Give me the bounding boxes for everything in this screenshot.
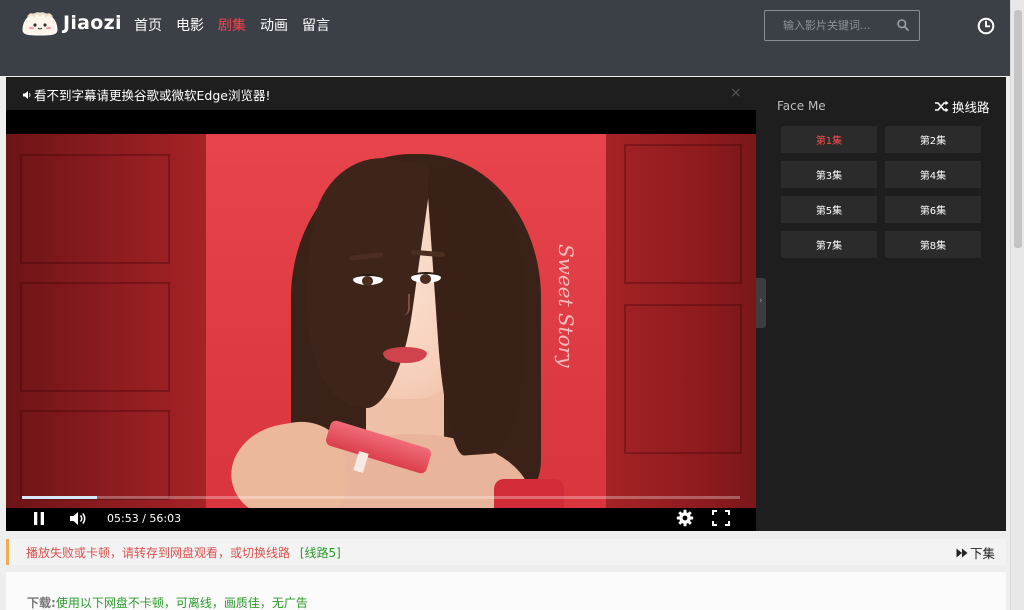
- player-notice: 看不到字幕请更换谷歌或微软Edge浏览器!: [22, 85, 270, 104]
- logo-text: Jiaozi: [63, 12, 122, 34]
- player-notice-bar: 看不到字幕请更换谷歌或微软Edge浏览器! ×: [6, 77, 756, 110]
- fast-forward-icon: [956, 548, 968, 557]
- episode-button[interactable]: 第5集: [781, 196, 877, 223]
- scrollbar-thumb[interactable]: [1014, 10, 1022, 248]
- page-scrollbar[interactable]: [1010, 0, 1024, 610]
- episode-button[interactable]: 第3集: [781, 161, 877, 188]
- switch-line-button[interactable]: 换线路: [934, 97, 990, 116]
- episode-button[interactable]: 第4集: [885, 161, 981, 188]
- search-box: [764, 10, 920, 41]
- video-scene-wall: [606, 134, 756, 508]
- chevron-right-icon: ›: [759, 296, 763, 306]
- switch-line-label: 换线路: [952, 100, 990, 115]
- clock-icon[interactable]: [977, 17, 995, 35]
- nav-guestbook[interactable]: 留言: [302, 16, 330, 36]
- episode-button[interactable]: 第2集: [885, 126, 981, 153]
- notice-text: 看不到字幕请更换谷歌或微软Edge浏览器!: [34, 88, 271, 103]
- wall-panel: [624, 144, 742, 284]
- next-episode-label: 下集: [970, 546, 996, 561]
- pause-icon[interactable]: [32, 511, 46, 526]
- playback-tip: 播放失败或卡顿，请转存到网盘观看，或切换线路 [线路5]: [26, 544, 341, 561]
- playback-tip-bar: 播放失败或卡顿，请转存到网盘观看，或切换线路 [线路5] 下集: [6, 539, 1006, 565]
- download-label: 下载:: [27, 596, 56, 610]
- video-player[interactable]: Sweet Story 05:53 / 56:03: [6, 110, 756, 531]
- shuffle-icon: [935, 100, 949, 113]
- episode-button[interactable]: 第8集: [885, 231, 981, 258]
- player-section: 看不到字幕请更换谷歌或微软Edge浏览器! × Sweet Story 05:5…: [6, 77, 1006, 531]
- speaker-icon: [23, 90, 31, 99]
- wall-panel: [20, 154, 170, 264]
- episode-button[interactable]: 第6集: [885, 196, 981, 223]
- time-display: 05:53 / 56:03: [107, 512, 181, 525]
- gear-icon[interactable]: [676, 509, 694, 527]
- next-episode-button[interactable]: 下集: [956, 543, 995, 562]
- site-logo[interactable]: Jiaozi: [20, 8, 122, 38]
- download-section: 下载:使用以下网盘不卡顿，可离线，画质佳，无广告: [6, 572, 1006, 610]
- nav-movies[interactable]: 电影: [176, 16, 204, 36]
- main-nav: 首页 电影 剧集 动画 留言: [134, 16, 344, 36]
- fullscreen-icon[interactable]: [712, 510, 730, 526]
- site-header: Jiaozi 首页 电影 剧集 动画 留言: [0, 0, 1010, 76]
- volume-icon[interactable]: [69, 510, 88, 527]
- episode-list: 第1集 第2集 第3集 第4集 第5集 第6集 第7集 第8集: [781, 126, 981, 258]
- download-info: 下载:使用以下网盘不卡顿，可离线，画质佳，无广告: [27, 594, 308, 610]
- wall-panel: [624, 304, 742, 454]
- scene-eye: [353, 274, 383, 286]
- panel-collapse-handle[interactable]: ›: [756, 278, 766, 328]
- episode-button[interactable]: 第1集: [781, 126, 877, 153]
- search-icon[interactable]: [896, 18, 910, 32]
- search-input[interactable]: [765, 11, 893, 40]
- alternate-line-link[interactable]: [线路5]: [300, 546, 341, 560]
- nav-anime[interactable]: 动画: [260, 16, 288, 36]
- scene-script-text: Sweet Story: [554, 244, 578, 368]
- nav-series[interactable]: 剧集: [218, 16, 246, 36]
- player-controls: 05:53 / 56:03: [6, 508, 756, 531]
- download-text: 使用以下网盘不卡顿，可离线，画质佳，无广告: [55, 596, 308, 610]
- current-time: 05:53: [107, 512, 139, 525]
- scene-eye: [411, 272, 441, 284]
- video-scene-wall: [6, 134, 206, 508]
- dumpling-logo-icon: [22, 12, 58, 36]
- wall-panel: [20, 282, 170, 392]
- progress-bar[interactable]: [22, 496, 740, 499]
- nav-home[interactable]: 首页: [134, 16, 162, 36]
- time-separator: /: [138, 512, 150, 525]
- total-duration: 56:03: [149, 512, 182, 525]
- wall-panel: [20, 410, 170, 500]
- playback-tip-text: 播放失败或卡顿，请转存到网盘观看，或切换线路: [26, 546, 291, 560]
- episode-button[interactable]: 第7集: [781, 231, 877, 258]
- scene-product: [494, 479, 564, 508]
- progress-fill: [22, 496, 98, 499]
- close-icon[interactable]: ×: [730, 85, 742, 101]
- video-frame[interactable]: Sweet Story: [6, 134, 756, 508]
- show-title: Face Me: [777, 99, 826, 113]
- episode-panel: Face Me 换线路 第1集 第2集 第3集 第4集 第5集 第6集 第7集 …: [766, 77, 1006, 531]
